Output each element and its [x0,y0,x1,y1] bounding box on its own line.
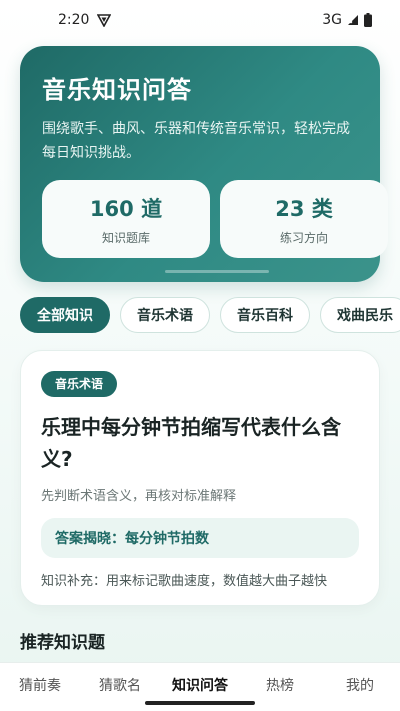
stat-card-questions[interactable]: 160 道 知识题库 [42,180,210,258]
status-time: 2:20 [58,12,90,28]
stat-value: 23 类 [275,196,333,221]
battery-icon [364,13,372,27]
question-card[interactable]: 音乐术语 乐理中每分钟节拍缩写代表什么含义? 先判断术语含义，再核对标准解释 答… [20,350,380,606]
status-right: 3G [322,12,372,28]
chip-encyclopedia[interactable]: 音乐百科 [220,297,310,333]
question-hint: 先判断术语含义，再核对标准解释 [41,489,237,504]
stats-row: 160 道 知识题库 23 类 练习方向 [42,180,388,258]
hero-scroll-indicator [165,270,269,273]
question-tag: 音乐术语 [41,371,118,397]
stat-value: 160 道 [89,196,163,221]
nav-guess-intro[interactable]: 猜前奏 [0,675,80,695]
stat-label: 知识题库 [101,230,150,245]
status-bar: 2:20 3G [0,0,400,40]
home-indicator[interactable] [145,701,255,705]
hero-title: 音乐知识问答 [42,76,192,104]
status-left: 2:20 [58,12,112,28]
hero-card: 音乐知识问答 围绕歌手、曲风、乐器和传统音乐常识，轻松完成每日知识挑战。 160… [20,46,388,282]
stat-card-categories[interactable]: 23 类 练习方向 [220,180,388,258]
chip-opera-folk[interactable]: 戏曲民乐 [320,297,400,333]
hero-description: 围绕歌手、曲风、乐器和传统音乐常识，轻松完成每日知识挑战。 [42,121,350,161]
nav-knowledge-quiz[interactable]: 知识问答 [160,675,240,695]
chip-all[interactable]: 全部知识 [20,297,110,333]
network-type: 3G [322,12,342,28]
chip-terms[interactable]: 音乐术语 [120,297,210,333]
nav-hot-list[interactable]: 热榜 [240,675,320,695]
signal-icon [347,14,359,26]
question-title: 乐理中每分钟节拍缩写代表什么含义? [41,415,341,471]
nav-guess-title[interactable]: 猜歌名 [80,675,160,695]
vpn-icon [97,13,112,27]
stat-label: 练习方向 [279,230,328,245]
recommended-section-title: 推荐知识题 [20,633,105,653]
category-chips: 全部知识 音乐术语 音乐百科 戏曲民乐 [20,297,400,337]
knowledge-note: 知识补充：用来标记歌曲速度，数值越大曲子越快 [41,574,328,589]
nav-me[interactable]: 我的 [320,675,400,695]
answer-reveal[interactable]: 答案揭晓：每分钟节拍数 [41,518,359,558]
